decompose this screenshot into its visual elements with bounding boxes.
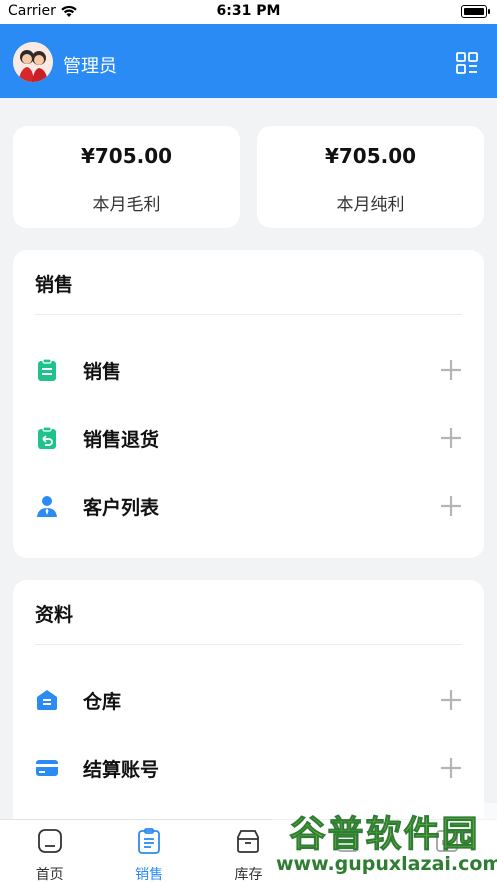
avatar[interactable] bbox=[13, 42, 53, 82]
box-icon bbox=[237, 830, 260, 853]
clipboard-icon bbox=[38, 358, 56, 381]
sales-section: 销售 销售 销售退货 客户列表 bbox=[13, 250, 484, 558]
menu-item-label: 仓库 bbox=[83, 691, 122, 713]
sales-section-title: 销售 bbox=[35, 274, 74, 296]
watermark-brand: 谷普软件园 bbox=[289, 814, 480, 856]
plus-icon[interactable] bbox=[440, 757, 462, 779]
plus-icon[interactable] bbox=[440, 495, 462, 517]
data-section: 资料 仓库 结算账号 bbox=[13, 580, 484, 840]
menu-item-sales[interactable]: 销售 bbox=[13, 340, 484, 400]
home-icon bbox=[37, 829, 62, 853]
status-bar: Carrier 6:31 PM bbox=[0, 0, 497, 24]
net-profit-card[interactable]: ¥705.00 本月纯利 bbox=[257, 126, 484, 228]
data-section-title: 资料 bbox=[35, 604, 74, 626]
menu-item-label: 销售退货 bbox=[83, 429, 160, 451]
clipboard-return-icon bbox=[38, 426, 56, 449]
watermark: 谷普软件园 www.gupuxlazai.com bbox=[272, 803, 497, 883]
watermark-url: www.gupuxlazai.com bbox=[276, 853, 497, 875]
menu-item-customer-list[interactable]: 客户列表 bbox=[13, 476, 484, 536]
warehouse-icon bbox=[37, 690, 57, 710]
user-icon bbox=[37, 496, 57, 517]
gross-profit-value: ¥705.00 bbox=[80, 144, 173, 168]
clipboard-icon bbox=[138, 828, 160, 854]
plus-icon[interactable] bbox=[440, 689, 462, 711]
clock: 6:31 PM bbox=[216, 3, 281, 19]
menu-item-warehouse[interactable]: 仓库 bbox=[13, 670, 484, 730]
gross-profit-label: 本月毛利 bbox=[92, 195, 161, 215]
menu-item-sales-return[interactable]: 销售退货 bbox=[13, 408, 484, 468]
tab-home[interactable]: 首页 bbox=[0, 820, 99, 883]
net-profit-label: 本月纯利 bbox=[336, 195, 405, 215]
battery-icon bbox=[461, 5, 490, 18]
net-profit-value: ¥705.00 bbox=[324, 144, 417, 168]
menu-item-settlement-account[interactable]: 结算账号 bbox=[13, 738, 484, 798]
menu-item-label: 客户列表 bbox=[83, 497, 160, 519]
user-role-title: 管理员 bbox=[63, 56, 117, 77]
divider bbox=[35, 314, 462, 315]
app-header: 管理员 bbox=[0, 24, 497, 98]
plus-icon[interactable] bbox=[440, 427, 462, 449]
menu-item-label: 结算账号 bbox=[83, 759, 160, 781]
tab-label: 销售 bbox=[135, 867, 164, 883]
divider bbox=[35, 644, 462, 645]
tab-sales[interactable]: 销售 bbox=[99, 820, 198, 883]
tab-label: 首页 bbox=[35, 867, 64, 883]
plus-icon[interactable] bbox=[440, 359, 462, 381]
grid-icon[interactable] bbox=[455, 51, 479, 75]
gross-profit-card[interactable]: ¥705.00 本月毛利 bbox=[13, 126, 240, 228]
menu-item-label: 销售 bbox=[83, 361, 122, 383]
card-icon bbox=[36, 760, 58, 776]
